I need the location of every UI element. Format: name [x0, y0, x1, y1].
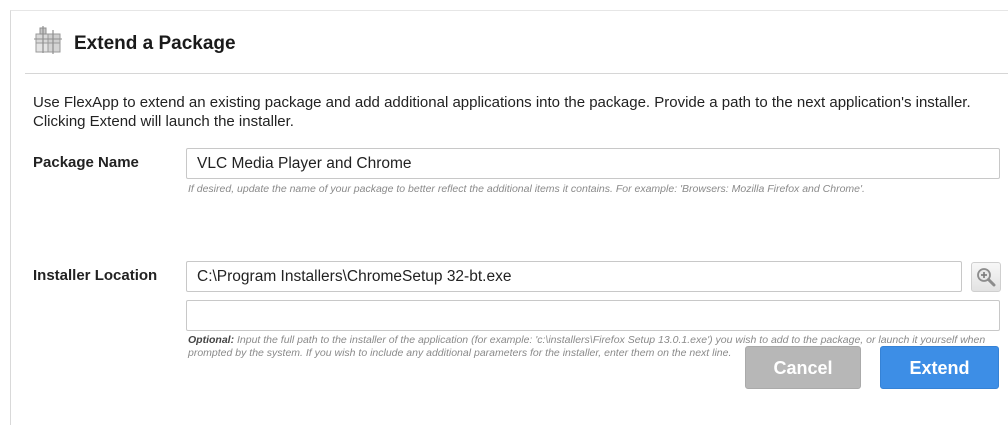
installer-hint-text: Input the full path to the installer of …	[188, 334, 986, 359]
extend-package-dialog: Extend a Package Use FlexApp to extend a…	[10, 10, 1008, 425]
installer-location-label: Installer Location	[33, 267, 158, 284]
dialog-title: Extend a Package	[74, 33, 236, 54]
package-name-hint: If desired, update the name of your pack…	[188, 183, 865, 195]
optional-label: Optional:	[188, 334, 235, 346]
magnifier-plus-icon	[977, 268, 996, 287]
installer-parameters-input[interactable]	[186, 300, 1000, 331]
cancel-button[interactable]: Cancel	[745, 346, 861, 389]
package-name-label: Package Name	[33, 154, 139, 171]
intro-text: Use FlexApp to extend an existing packag…	[33, 94, 971, 130]
package-extend-icon	[33, 25, 63, 55]
browse-installer-button[interactable]	[971, 262, 1001, 292]
package-name-input[interactable]	[186, 148, 1000, 179]
installer-location-input[interactable]	[186, 261, 962, 292]
extend-button[interactable]: Extend	[880, 346, 999, 389]
dialog-header: Extend a Package	[11, 11, 1008, 73]
header-divider	[25, 73, 1008, 74]
